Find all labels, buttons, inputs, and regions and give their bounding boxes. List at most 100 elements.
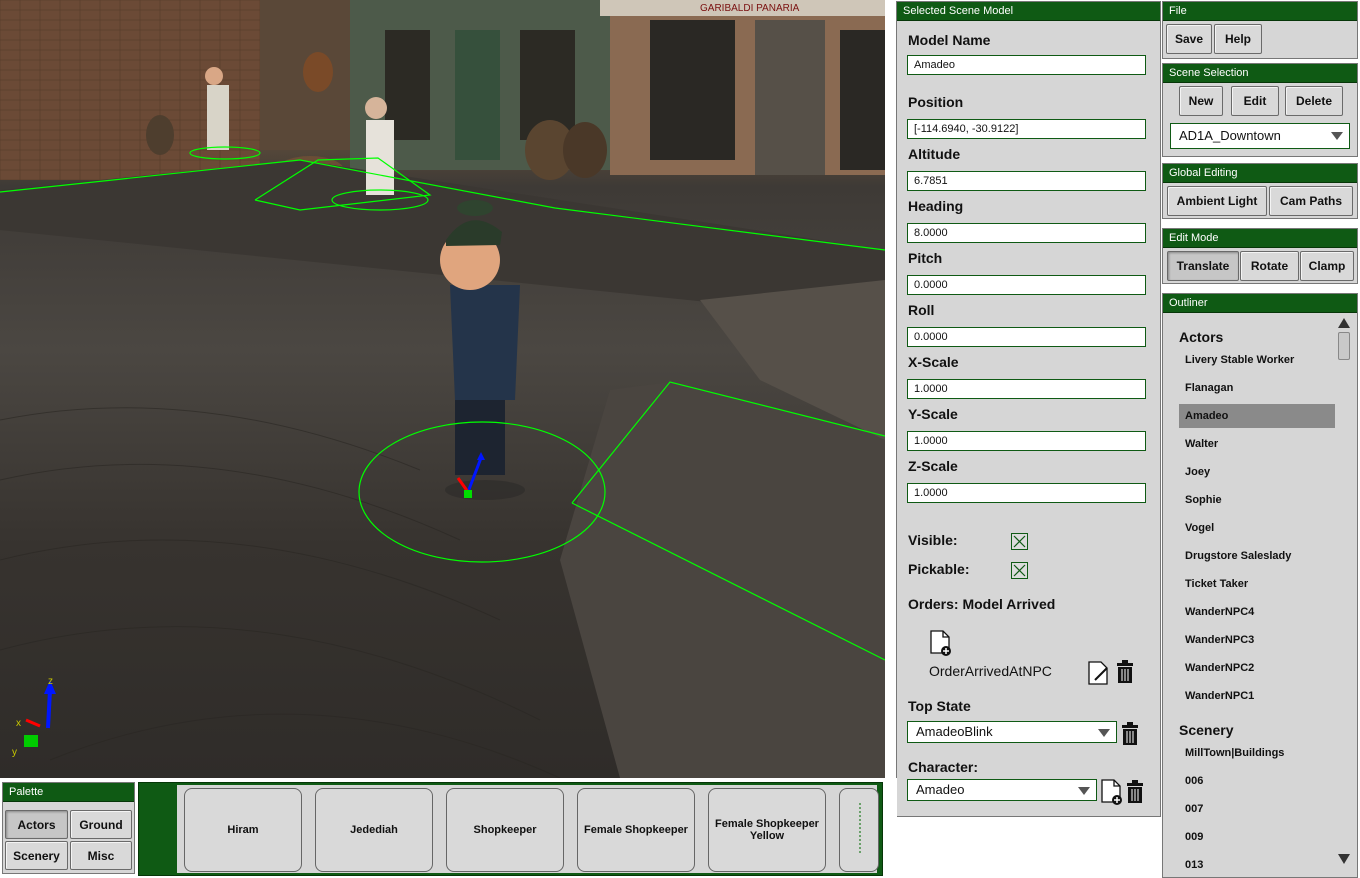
palette-scenery-button[interactable]: Scenery	[5, 841, 68, 870]
add-order-icon[interactable]	[929, 629, 953, 662]
top-state-label: Top State	[908, 698, 971, 714]
palette-card[interactable]: Hiram	[184, 788, 302, 872]
panel-header: Global Editing	[1163, 164, 1357, 183]
save-button[interactable]: Save	[1166, 24, 1212, 54]
outliner-actor-item[interactable]: Drugstore Saleslady	[1179, 544, 1335, 568]
scene-value: AD1A_Downtown	[1179, 128, 1281, 143]
palette-strip: Hiram Jedediah Shopkeeper Female Shopkee…	[138, 782, 883, 876]
edit-mode-panel: Edit Mode Translate Rotate Clamp	[1162, 228, 1358, 284]
scroll-up-icon[interactable]	[1338, 318, 1350, 328]
outliner-scenery-heading: Scenery	[1179, 722, 1234, 738]
edit-order-icon[interactable]	[1087, 660, 1111, 691]
ambient-light-button[interactable]: Ambient Light	[1167, 186, 1267, 216]
outliner-actor-item[interactable]: Livery Stable Worker	[1179, 348, 1335, 372]
position-input[interactable]: [-114.6940, -30.9122]	[907, 119, 1146, 139]
outliner-actor-item[interactable]: Flanagan	[1179, 376, 1335, 400]
altitude-label: Altitude	[908, 146, 961, 162]
translate-mode-button[interactable]: Translate	[1167, 251, 1239, 281]
panel-header: Edit Mode	[1163, 229, 1357, 248]
scroll-down-icon[interactable]	[1338, 854, 1350, 864]
y-scale-input[interactable]: 1.0000	[907, 431, 1146, 451]
outliner-scrollbar[interactable]	[1337, 318, 1351, 864]
scene-viewport[interactable]: GARIBALDI PANARIA y x z	[0, 0, 885, 778]
axis-label-x: x	[16, 718, 21, 729]
outliner-actor-item[interactable]: WanderNPC1	[1179, 684, 1335, 708]
character-label: Character:	[908, 759, 979, 775]
outliner-scenery-item[interactable]: 006	[1179, 769, 1335, 793]
roll-label: Roll	[908, 302, 935, 318]
delete-character-icon[interactable]	[1125, 780, 1145, 809]
pitch-label: Pitch	[908, 250, 943, 266]
cam-paths-button[interactable]: Cam Paths	[1269, 186, 1353, 216]
order-item-label[interactable]: OrderArrivedAtNPC	[929, 663, 1052, 679]
y-scale-label: Y-Scale	[908, 406, 958, 422]
z-scale-label: Z-Scale	[908, 458, 958, 474]
rotate-mode-button[interactable]: Rotate	[1240, 251, 1299, 281]
outliner-panel: Outliner Actors Livery Stable Worker Fla…	[1162, 293, 1358, 878]
outliner-actor-item[interactable]: WanderNPC3	[1179, 628, 1335, 652]
delete-order-icon[interactable]	[1115, 660, 1135, 689]
panel-header: File	[1163, 2, 1357, 21]
help-button[interactable]: Help	[1214, 24, 1262, 54]
palette-misc-button[interactable]: Misc	[70, 841, 132, 870]
check-x-icon	[1013, 535, 1026, 548]
outliner-actor-item[interactable]: Vogel	[1179, 516, 1335, 540]
chevron-down-icon	[1331, 132, 1343, 140]
outliner-actor-item-selected[interactable]: Amadeo	[1179, 404, 1335, 428]
chevron-down-icon	[1098, 729, 1110, 737]
outliner-actor-item[interactable]: WanderNPC2	[1179, 656, 1335, 680]
delete-top-state-icon[interactable]	[1120, 722, 1140, 751]
outliner-scenery-item[interactable]: 009	[1179, 825, 1335, 849]
pickable-label: Pickable:	[908, 561, 970, 577]
palette-card[interactable]: Shopkeeper	[446, 788, 564, 872]
clamp-mode-button[interactable]: Clamp	[1300, 251, 1354, 281]
axis-label-y: y	[12, 747, 17, 758]
palette-card[interactable]: Female Shopkeeper	[577, 788, 695, 872]
delete-scene-button[interactable]: Delete	[1285, 86, 1343, 116]
outliner-actor-item[interactable]: Joey	[1179, 460, 1335, 484]
pickable-checkbox[interactable]	[1011, 562, 1028, 579]
outliner-actor-item[interactable]: Walter	[1179, 432, 1335, 456]
axis-z	[46, 689, 52, 729]
axis-label-z: z	[48, 676, 53, 687]
palette-actors-button[interactable]: Actors	[5, 810, 68, 839]
outliner-scenery-item[interactable]: MillTown|Buildings	[1179, 741, 1335, 765]
drag-handle[interactable]	[859, 803, 871, 853]
file-panel: File Save Help	[1162, 1, 1358, 59]
shop-sign-text: GARIBALDI PANARIA	[700, 3, 800, 14]
scroll-thumb[interactable]	[1338, 332, 1350, 360]
model-name-input[interactable]: Amadeo	[907, 55, 1146, 75]
add-character-icon[interactable]	[1100, 778, 1124, 811]
outliner-scenery-item[interactable]: 007	[1179, 797, 1335, 821]
heading-input[interactable]: 8.0000	[907, 223, 1146, 243]
x-scale-label: X-Scale	[908, 354, 959, 370]
outliner-scenery-item[interactable]: 013	[1179, 853, 1335, 877]
outliner-actor-item[interactable]: Ticket Taker	[1179, 572, 1335, 596]
visible-checkbox[interactable]	[1011, 533, 1028, 550]
top-state-value: AmadeoBlink	[916, 724, 993, 739]
palette-card[interactable]: Female Shopkeeper Yellow	[708, 788, 826, 872]
altitude-input[interactable]: 6.7851	[907, 171, 1146, 191]
outliner-actors-heading: Actors	[1179, 329, 1224, 345]
roll-input[interactable]: 0.0000	[907, 327, 1146, 347]
x-scale-input[interactable]: 1.0000	[907, 379, 1146, 399]
panel-header: Palette	[3, 783, 134, 802]
selected-scene-model-panel: Selected Scene Model Model Name Amadeo P…	[896, 1, 1161, 817]
scene-select[interactable]: AD1A_Downtown	[1170, 123, 1350, 149]
top-state-select[interactable]: AmadeoBlink	[907, 721, 1117, 743]
edit-scene-button[interactable]: Edit	[1231, 86, 1279, 116]
model-name-label: Model Name	[908, 32, 991, 48]
check-x-icon	[1013, 564, 1026, 577]
z-scale-input[interactable]: 1.0000	[907, 483, 1146, 503]
character-select[interactable]: Amadeo	[907, 779, 1097, 801]
palette-ground-button[interactable]: Ground	[70, 810, 132, 839]
outliner-actor-item[interactable]: WanderNPC4	[1179, 600, 1335, 624]
global-editing-panel: Global Editing Ambient Light Cam Paths	[1162, 163, 1358, 219]
palette-strip-bg: Hiram Jedediah Shopkeeper Female Shopkee…	[177, 785, 879, 873]
pitch-input[interactable]: 0.0000	[907, 275, 1146, 295]
visible-label: Visible:	[908, 532, 958, 548]
outliner-actor-item[interactable]: Sophie	[1179, 488, 1335, 512]
scene-selection-panel: Scene Selection New Edit Delete AD1A_Dow…	[1162, 63, 1358, 157]
new-scene-button[interactable]: New	[1179, 86, 1223, 116]
palette-card[interactable]: Jedediah	[315, 788, 433, 872]
